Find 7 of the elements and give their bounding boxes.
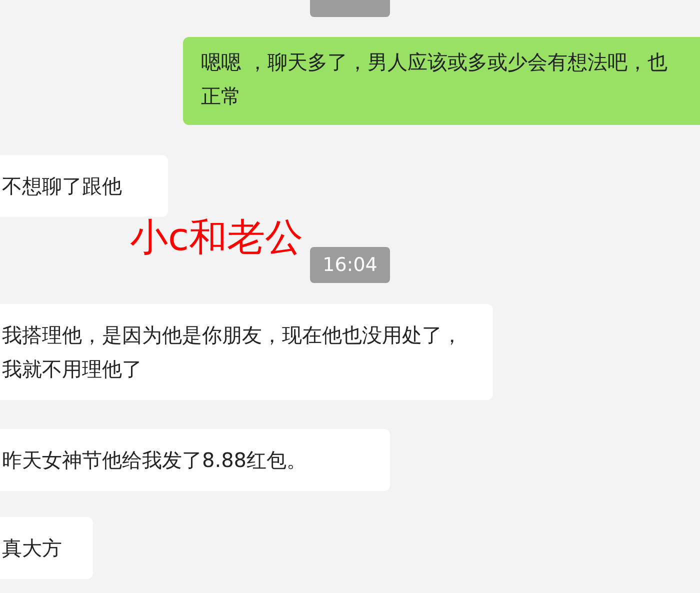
received-message-bubble: 昨天女神节他给我发了8.88红包。 bbox=[0, 429, 390, 491]
timestamp: 16:04 bbox=[310, 247, 390, 283]
sent-message-bubble: 嗯嗯 ，聊天多了，男人应该或多或少会有想法吧，也正常 bbox=[183, 37, 700, 125]
received-message-bubble: 不想聊了跟他 bbox=[0, 155, 168, 217]
received-message-bubble: 我搭理他，是因为他是你朋友，现在他也没用处了，我就不用理他了 bbox=[0, 304, 493, 400]
caption-annotation: 小c和老公 bbox=[130, 214, 303, 261]
received-message-bubble: 真大方 bbox=[0, 517, 93, 579]
